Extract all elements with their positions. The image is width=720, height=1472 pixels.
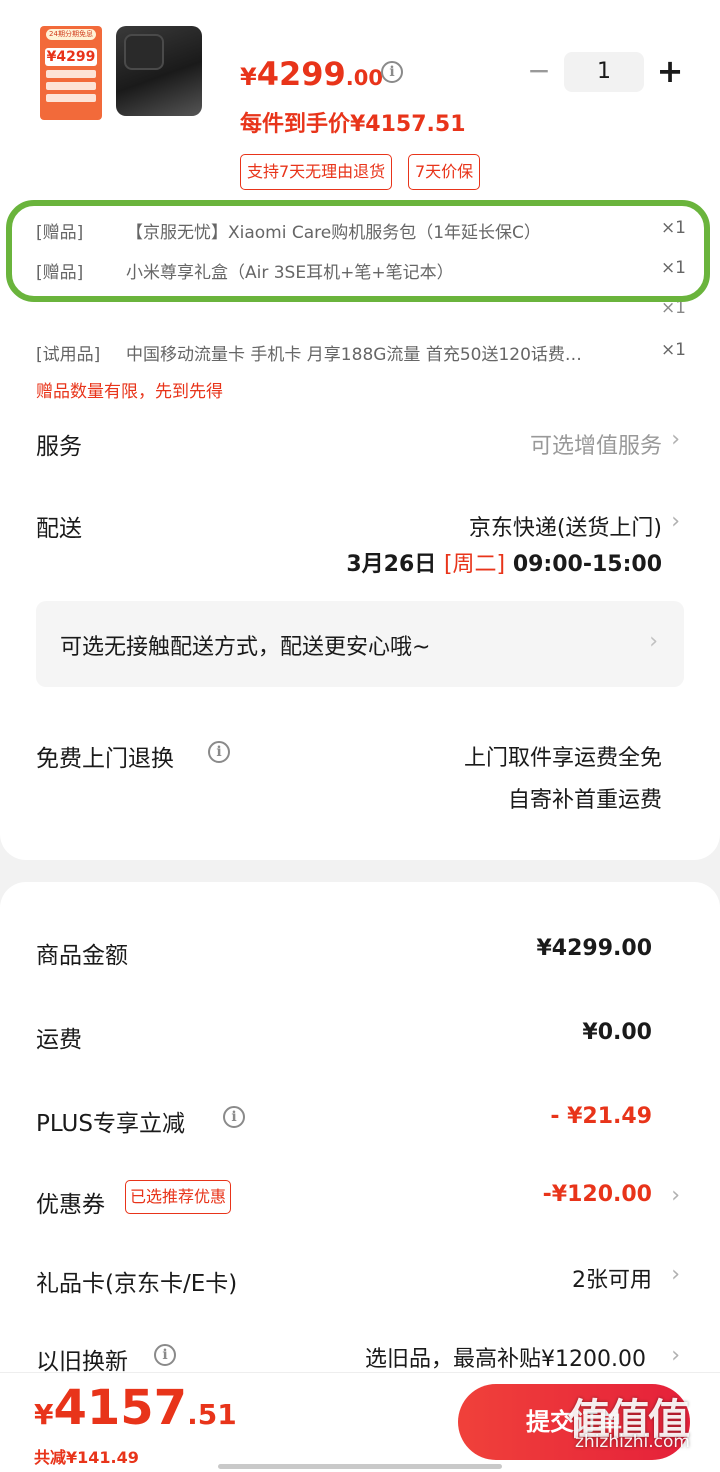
site-watermark-url: zhizhizhi.com [575,1432,690,1452]
coupon-value[interactable]: -¥120.00 [543,1182,652,1207]
coupon-label: 优惠券 [36,1192,105,1218]
promo-thumb-header: 24期分期免息 [46,29,96,40]
return-policy-tag: 支持7天无理由退货 [240,154,393,190]
promo-thumb-line [46,94,96,102]
gift-row-hidden: ×1 [660,298,686,318]
promo-thumb-price: ¥4299 [45,48,97,66]
coupon-recommend-tag: 已选推荐优惠 [125,1180,232,1214]
returns-line2: 自寄补首重运费 [507,788,662,813]
contactless-text: 可选无接触配送方式，配送更安心哦~ [60,635,431,660]
returns-line1: 上门取件享运费全免 [463,746,662,771]
chevron-right-icon[interactable]: › [671,1183,680,1208]
chevron-right-icon[interactable]: › [671,1262,680,1287]
goods-amount-value: ¥4299.00 [536,936,652,961]
giftcard-label: 礼品卡(京东卡/E卡) [36,1271,238,1297]
phone-camera-module [124,34,164,70]
trial-item: [试用品] 中国移动流量卡 手机卡 月享188G流量 首充50送120话费… ×1 [36,340,686,365]
promo-thumb-line [46,70,96,78]
giftcard-value[interactable]: 2张可用 [572,1262,652,1294]
chevron-right-icon: › [649,629,658,654]
delivery-label: 配送 [36,516,82,542]
goods-amount-label: 商品金额 [36,943,128,969]
product-price: ¥4299.00 [240,55,383,93]
gift-item: [赠品] 【京服无忧】Xiaomi Care购机服务包（1年延长保C） ×1 [36,218,686,243]
shipping-value: ¥0.00 [582,1020,652,1045]
price-info-icon[interactable]: i [381,61,403,83]
service-label: 服务 [36,434,82,460]
product-phone-thumbnail[interactable] [116,26,202,116]
delivery-time[interactable]: 3月26日 [周二] 09:00-15:00 [346,546,662,578]
quantity-input[interactable]: 1 [564,52,644,92]
total-saved[interactable]: 共减¥141.49 [34,1444,139,1468]
service-value[interactable]: 可选增值服务 [530,428,662,460]
tradein-value[interactable]: 选旧品，最高补贴¥1200.00 [365,1341,646,1373]
delivery-method[interactable]: 京东快递(送货上门) [469,510,662,542]
chevron-right-icon[interactable]: › [671,1343,680,1368]
home-indicator[interactable] [218,1464,502,1469]
plus-discount-label: PLUS专享立减 [36,1111,185,1137]
product-promo-thumbnail[interactable]: 24期分期免息 ¥4299 [40,26,102,120]
hand-price: 每件到手价¥4157.51 [240,112,466,137]
tradein-label: 以旧换新 [36,1349,128,1375]
chevron-right-icon[interactable]: › [671,427,680,452]
returns-label: 免费上门退换 [36,746,174,772]
plus-discount-value: - ¥21.49 [550,1104,652,1129]
chevron-right-icon[interactable]: › [671,509,680,534]
quantity-increase-button[interactable]: + [656,54,684,90]
contactless-delivery-option[interactable]: 可选无接触配送方式，配送更安心哦~ › [36,601,684,687]
tradein-info-icon[interactable]: i [154,1344,176,1366]
plus-info-icon[interactable]: i [223,1106,245,1128]
quantity-decrease-button[interactable]: − [526,54,552,90]
shipping-label: 运费 [36,1027,82,1053]
price-protect-tag: 7天价保 [408,154,481,190]
gift-item: [赠品] 小米尊享礼盒（Air 3SE耳机+笔+笔记本） ×1 [36,258,686,283]
promo-thumb-line [46,82,96,90]
gift-notice: 赠品数量有限，先到先得 [36,382,223,402]
returns-info-icon[interactable]: i [208,741,230,763]
pay-total: ¥4157.51 [34,1380,237,1436]
